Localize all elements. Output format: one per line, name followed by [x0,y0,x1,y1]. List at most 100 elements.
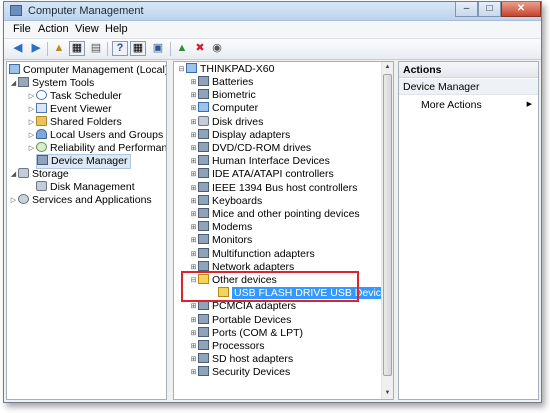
device-category-ieee-1394-bus-host-controllers[interactable]: ⊞ IEEE 1394 Bus host controllers [189,181,357,195]
tree-node-storage[interactable]: ◢ Storage [9,168,69,181]
expand-icon[interactable]: ▷ [27,116,36,129]
device-category-human-interface-devices[interactable]: ⊞ Human Interface Devices [189,155,330,168]
tree-node-disk-management[interactable]: Disk Management [36,181,135,194]
expand-icon[interactable]: ⊞ [189,353,198,366]
close-button[interactable]: ✕ [501,2,541,17]
expand-icon[interactable]: ⊞ [189,261,198,274]
expand-icon[interactable]: ⊞ [189,221,198,234]
expand-icon[interactable]: ⊞ [189,182,198,195]
device-category-usb-flash-drive-usb-device[interactable]: USB FLASH DRIVE USB Device [218,287,389,300]
menu-file[interactable]: File [13,23,31,35]
device-category-network-adapters[interactable]: ⊞ Network adapters [189,260,294,274]
vertical-scrollbar[interactable]: ▲ ▼ [381,62,393,399]
more-actions-label: More Actions [421,99,482,111]
tree-node-system-tools[interactable]: ◢ System Tools [9,77,94,90]
tree-node-services[interactable]: ▷ Services and Applications [9,194,152,207]
device-category-security-devices[interactable]: ⊞ Security Devices [189,366,290,379]
help-icon[interactable]: ? [112,41,128,56]
scroll-up-icon[interactable]: ▲ [382,62,393,73]
device-category-display-adapters[interactable]: ⊞ Display adapters [189,128,290,142]
collapse-icon[interactable]: ◢ [9,77,18,90]
tree-node-shared-folders[interactable]: ▷ Shared Folders [27,116,122,129]
expand-icon[interactable]: ⊞ [189,208,198,221]
expand-icon[interactable]: ⊞ [189,89,198,102]
device-category-keyboards[interactable]: ⊞ Keyboards [189,194,262,208]
expand-icon[interactable]: ⊞ [189,116,198,129]
expand-icon[interactable]: ⊞ [189,248,198,261]
clock-icon [36,90,47,100]
expand-icon[interactable]: ⊞ [189,300,198,313]
device-category-modems[interactable]: ⊞ Modems [189,221,252,234]
device-category-monitors[interactable]: ⊞ Monitors [189,234,252,247]
expand-icon[interactable]: ▷ [9,194,18,207]
maximize-button[interactable]: □ [478,2,501,17]
menu-help[interactable]: Help [105,23,128,35]
expand-icon[interactable]: ⊞ [189,195,198,208]
collapse-icon[interactable]: ⊟ [177,63,186,76]
expand-icon[interactable]: ⊞ [189,142,198,155]
collapse-icon[interactable]: ◢ [9,168,18,181]
expand-icon[interactable]: ⊞ [189,155,198,168]
device-category-batteries[interactable]: ⊞ Batteries [189,76,253,89]
expand-icon[interactable]: ▷ [27,129,36,142]
scroll-down-icon[interactable]: ▼ [382,388,393,399]
expand-icon[interactable]: ⊞ [189,327,198,340]
expand-icon[interactable]: ▷ [27,103,36,116]
tree-node-root[interactable]: Computer Management (Local) [9,64,166,77]
expand-icon[interactable]: ⊞ [189,129,198,142]
tree-node-event-viewer[interactable]: ▷ Event Viewer [27,103,112,116]
scan-hardware-icon[interactable]: ▣ [150,41,166,56]
device-category-multifunction-adapters[interactable]: ⊞ Multifunction adapters [189,247,315,261]
console-tree-icon[interactable]: ▦ [130,41,146,56]
tree-node-local-users[interactable]: ▷ Local Users and Groups [27,129,163,142]
device-category-processors[interactable]: ⊞ Processors [189,340,265,353]
expand-icon[interactable]: ⊞ [189,234,198,247]
device-category-biometric[interactable]: ⊞ Biometric [189,89,256,102]
expand-icon[interactable]: ▷ [27,90,36,103]
device-category-other-devices[interactable]: ⊟ Other devices [189,274,277,287]
collapse-icon[interactable]: ⊟ [189,274,198,287]
show-hide-tree-icon[interactable]: ▦ [69,41,85,56]
uninstall-device-icon[interactable]: ✖ [192,41,208,56]
expand-icon[interactable]: ⊞ [189,314,198,327]
expand-icon[interactable]: ⊞ [189,340,198,353]
menu-view[interactable]: View [75,23,99,35]
properties-icon[interactable]: ▤ [88,41,104,56]
tree-node-device-manager[interactable]: Device Manager [36,154,132,169]
more-actions-link[interactable]: More Actions ▶ [421,98,536,112]
device-root[interactable]: ⊟ THINKPAD-X60 [177,63,275,76]
up-folder-icon[interactable]: ▲ [51,41,67,56]
expand-icon[interactable]: ⊞ [189,102,198,115]
back-arrow-icon[interactable]: ◀ [10,41,26,56]
device-category-dvd-cd-rom-drives[interactable]: ⊞ DVD/CD-ROM drives [189,142,311,155]
device-category-ide-ata-atapi-controllers[interactable]: ⊞ IDE ATA/ATAPI controllers [189,168,334,181]
device-category-ports-com-lpt[interactable]: ⊞ Ports (COM & LPT) [189,326,304,340]
minimize-button[interactable]: – [455,2,478,17]
update-driver-icon[interactable]: ▲ [174,41,190,56]
warning-device-icon [218,287,229,298]
disable-device-icon[interactable]: ◉ [209,41,225,56]
device-label: Batteries [212,76,254,88]
scrollbar-thumb[interactable] [383,74,392,376]
device-category-portable-devices[interactable]: ⊞ Portable Devices [189,313,291,327]
menu-action[interactable]: Action [38,23,69,35]
modem-icon [198,221,209,232]
actions-section-device-manager[interactable]: Device Manager [399,79,538,95]
forward-arrow-icon[interactable]: ▶ [28,41,44,56]
biometric-icon [198,89,209,100]
device-category-disk-drives[interactable]: ⊞ Disk drives [189,115,263,129]
device-label: IDE ATA/ATAPI controllers [212,168,334,181]
expand-icon[interactable]: ▷ [27,142,36,155]
menu-bar: File Action View Help [4,21,541,39]
expand-icon[interactable]: ⊞ [189,168,198,181]
tree-node-task-scheduler[interactable]: ▷ Task Scheduler [27,90,122,103]
device-category-mice-and-other-pointing-devices[interactable]: ⊞ Mice and other pointing devices [189,208,360,221]
expand-icon[interactable]: ⊞ [189,76,198,89]
device-category-computer[interactable]: ⊞ Computer [189,102,258,115]
device-label: Ports (COM & LPT) [212,326,304,339]
computer-management-window: Computer Management – □ ✕ File Action Vi… [3,1,542,403]
expand-icon[interactable]: ⊞ [189,366,198,379]
title-bar[interactable]: Computer Management – □ ✕ [4,2,541,21]
device-category-pcmcia-adapters[interactable]: ⊞ PCMCIA adapters [189,300,296,313]
device-category-sd-host-adapters[interactable]: ⊞ SD host adapters [189,353,293,366]
